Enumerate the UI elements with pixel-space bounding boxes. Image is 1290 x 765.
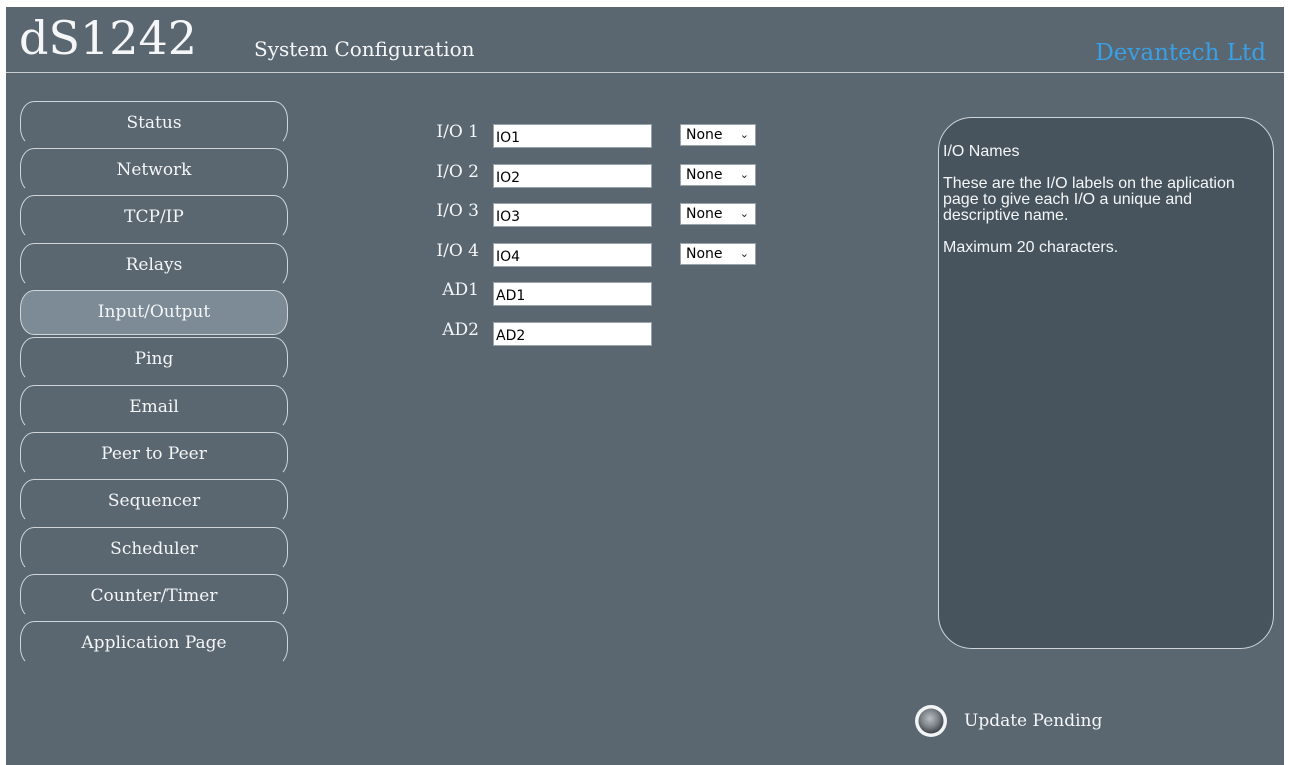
nav-network[interactable]: Network <box>20 148 288 193</box>
io1-mode-value: None <box>686 127 723 143</box>
product-title: dS1242 <box>19 11 198 65</box>
nav-email[interactable]: Email <box>20 385 288 430</box>
chevron-down-icon: ⌄ <box>739 168 749 181</box>
chevron-down-icon: ⌄ <box>739 247 749 260</box>
ad1-label: AD1 <box>442 280 479 300</box>
chevron-down-icon: ⌄ <box>739 128 749 141</box>
io3-name-input[interactable] <box>493 203 652 227</box>
company-name: Devantech Ltd <box>1095 40 1266 66</box>
status-led-icon <box>915 705 947 737</box>
io1-label: I/O 1 <box>436 122 479 142</box>
update-status: Update Pending <box>914 704 1164 738</box>
help-body: These are the I/O labels on the aplicati… <box>943 175 1235 224</box>
ad1-name-input[interactable] <box>493 282 652 306</box>
nav-peer-to-peer[interactable]: Peer to Peer <box>20 432 288 477</box>
io3-row: I/O 3 None ⌄ <box>406 198 826 227</box>
nav-application-page[interactable]: Application Page <box>20 621 288 666</box>
help-title: I/O Names <box>943 143 1020 160</box>
nav-relays[interactable]: Relays <box>20 243 288 288</box>
io2-mode-select[interactable]: None ⌄ <box>680 164 756 186</box>
io3-mode-value: None <box>686 206 723 222</box>
io3-mode-select[interactable]: None ⌄ <box>680 203 756 225</box>
io4-row: I/O 4 None ⌄ <box>406 238 826 267</box>
nav-status[interactable]: Status <box>20 101 288 146</box>
ad2-name-input[interactable] <box>493 322 652 346</box>
nav-ping[interactable]: Ping <box>20 337 288 382</box>
status-text: Update Pending <box>964 711 1103 731</box>
io4-mode-value: None <box>686 246 723 262</box>
nav-scheduler[interactable]: Scheduler <box>20 527 288 572</box>
nav-input-output[interactable]: Input/Output <box>20 290 288 335</box>
nav-sequencer[interactable]: Sequencer <box>20 479 288 524</box>
ad2-label: AD2 <box>442 320 479 340</box>
io1-row: I/O 1 None ⌄ <box>406 119 826 148</box>
nav-counter-timer[interactable]: Counter/Timer <box>20 574 288 619</box>
io1-name-input[interactable] <box>493 124 652 148</box>
io4-mode-select[interactable]: None ⌄ <box>680 243 756 265</box>
io2-name-input[interactable] <box>493 164 652 188</box>
page-subtitle: System Configuration <box>254 37 475 61</box>
ad1-row: AD1 <box>406 277 826 306</box>
io3-label: I/O 3 <box>436 201 479 221</box>
io4-label: I/O 4 <box>436 241 479 261</box>
header: dS1242 System Configuration Devantech Lt… <box>6 7 1284 73</box>
help-note: Maximum 20 characters. <box>943 239 1119 256</box>
help-panel: I/O Names These are the I/O labels on th… <box>938 117 1274 649</box>
io2-row: I/O 2 None ⌄ <box>406 159 826 188</box>
io2-label: I/O 2 <box>436 162 479 182</box>
ad2-row: AD2 <box>406 317 826 346</box>
io4-name-input[interactable] <box>493 243 652 267</box>
app-window: dS1242 System Configuration Devantech Lt… <box>6 7 1284 765</box>
chevron-down-icon: ⌄ <box>739 207 749 220</box>
io2-mode-value: None <box>686 167 723 183</box>
io1-mode-select[interactable]: None ⌄ <box>680 124 756 146</box>
nav-tcp-ip[interactable]: TCP/IP <box>20 195 288 240</box>
